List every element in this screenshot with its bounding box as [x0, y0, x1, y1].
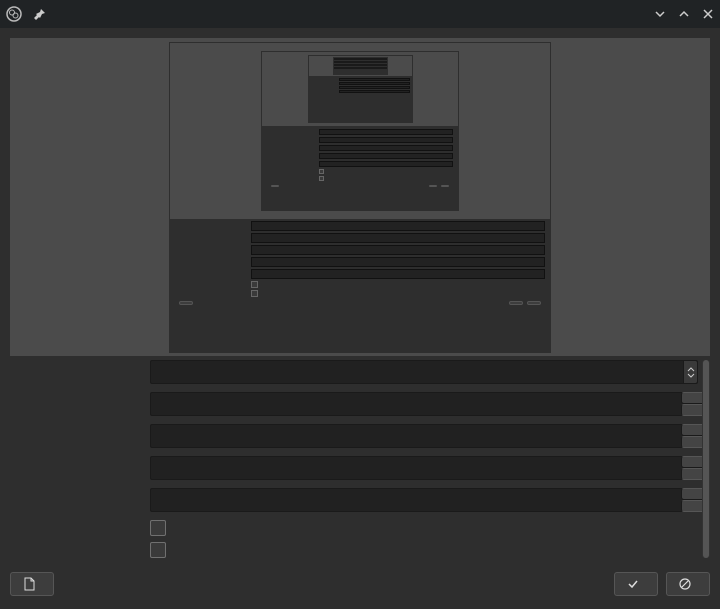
check-icon: [627, 578, 639, 590]
close-icon[interactable]: [702, 8, 714, 20]
source-preview: [10, 38, 710, 356]
crop-bottom-input[interactable]: [150, 488, 698, 512]
swap-red-blue-checkbox[interactable]: [150, 520, 166, 536]
preview-nested-frame: [169, 42, 551, 353]
cancel-icon: [679, 578, 691, 590]
crop-right-input[interactable]: [150, 456, 698, 480]
properties-form: [10, 360, 710, 558]
titlebar: [0, 0, 720, 28]
defaults-button[interactable]: [10, 572, 54, 596]
cancel-button[interactable]: [666, 572, 710, 596]
obs-logo-icon: [6, 6, 22, 22]
crop-top-input[interactable]: [150, 392, 698, 416]
window-select[interactable]: [150, 360, 698, 384]
dialog-button-row: [0, 564, 720, 606]
select-handle-icon[interactable]: [683, 361, 697, 383]
lock-x-checkbox[interactable]: [150, 542, 166, 558]
crop-left-input[interactable]: [150, 424, 698, 448]
form-scrollbar[interactable]: [702, 360, 710, 558]
ok-button[interactable]: [614, 572, 658, 596]
pin-icon[interactable]: [34, 8, 46, 20]
collapse-icon[interactable]: [654, 8, 666, 20]
expand-icon[interactable]: [678, 8, 690, 20]
file-icon: [23, 577, 35, 591]
